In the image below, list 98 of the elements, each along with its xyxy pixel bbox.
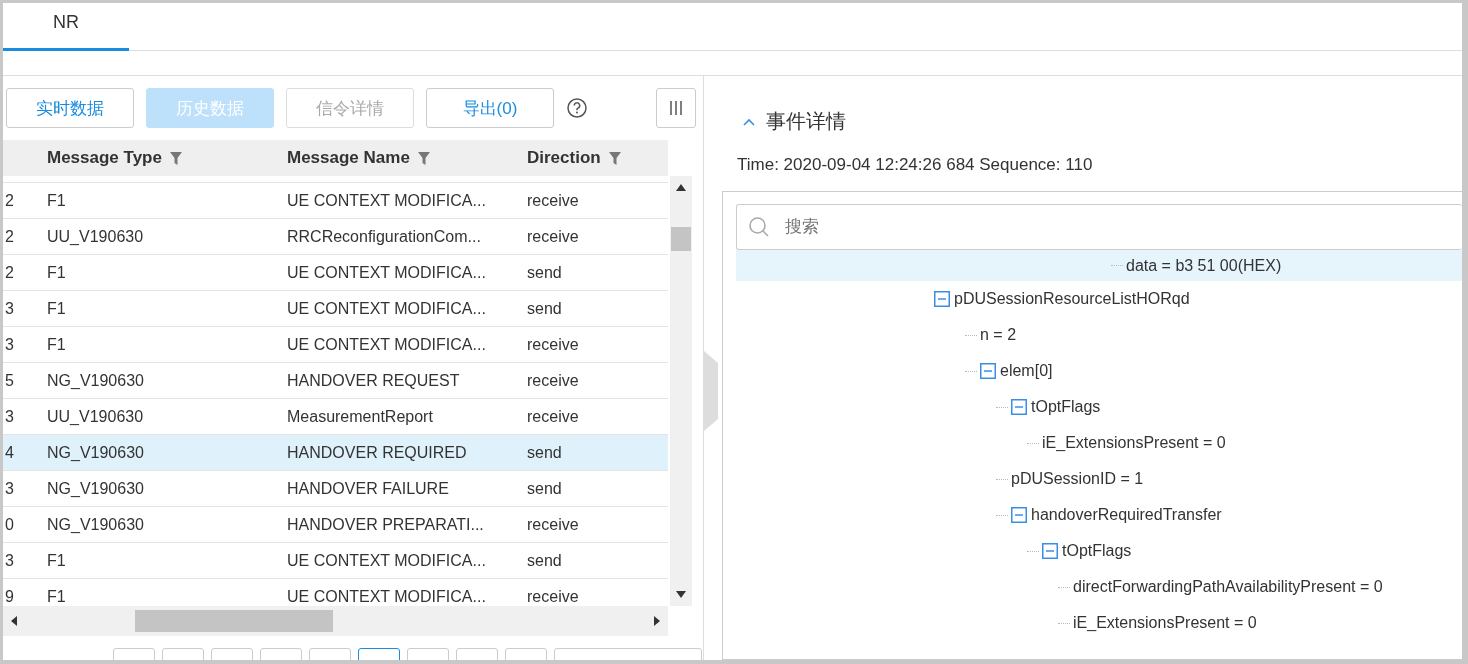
section-title: 事件详情 (766, 109, 846, 134)
tree-node[interactable]: iE_ExtensionsPresent = 0 (1042, 434, 1226, 452)
table-cell-text: receive (527, 191, 580, 210)
table-cell-text: 3 (4, 335, 15, 354)
table-cell-text: UE CONTEXT MODIFICA... (287, 551, 487, 570)
tree-node[interactable]: handoverRequiredTransfer (1031, 506, 1222, 524)
table-cell-text: HANDOVER PREPARATI... (287, 515, 485, 534)
table-cell-text: UE CONTEXT MODIFICA... (287, 587, 487, 606)
table-cell-text: receive (527, 335, 580, 354)
horizontal-scrollbar[interactable] (3, 606, 668, 636)
table-cell-text: 0 (4, 515, 15, 534)
table-row[interactable]: 3 F1 UE CONTEXT MODIFICA... receive (3, 327, 668, 363)
collapse-icon[interactable] (980, 363, 996, 379)
tree-node[interactable]: tOptFlags (1062, 542, 1132, 560)
table-cell-text: send (527, 263, 563, 282)
table-cell-text: UE CONTEXT MODIFICA... (287, 335, 487, 354)
tree-node[interactable]: iE_ExtensionsPresent = 0 (1073, 614, 1257, 632)
table-cell-text: F1 (47, 299, 67, 318)
scroll-right-icon[interactable] (652, 616, 660, 626)
table-cell-text: 2 (4, 227, 15, 246)
table-cell-text: send (527, 551, 563, 570)
table-cell-text: MeasurementReport (287, 407, 434, 426)
table-row[interactable]: 3 F1 UE CONTEXT MODIFICA... send (3, 543, 668, 579)
filter-icon[interactable] (608, 151, 621, 165)
table-cell-text: NG_V190630 (47, 479, 145, 498)
table-cell-text: send (527, 299, 563, 318)
table-row[interactable]: 3 F1 UE CONTEXT MODIFICA... send (3, 291, 668, 327)
table-cell-text: HANDOVER REQUIRED (287, 443, 468, 462)
table-row[interactable]: 4 NG_V190630 HANDOVER REQUIRED send (3, 435, 668, 471)
table-row[interactable]: 3 NG_V190630 HANDOVER FAILURE send (3, 471, 668, 507)
table-cell-text: RRCReconfigurationCom... (287, 227, 482, 246)
table-cell-text: HANDOVER REQUEST (287, 371, 461, 390)
table-cell-text: receive (527, 227, 580, 246)
table-cell-text: 3 (4, 299, 15, 318)
columns-icon (668, 99, 684, 117)
table-cell-text: receive (527, 587, 580, 606)
tab[interactable]: NR (3, 3, 129, 51)
table-cell-text: UE CONTEXT MODIFICA... (287, 299, 487, 318)
event-info: Time: 2020-09-04 12:24:26 684 Sequence: 110 (736, 155, 1094, 175)
table-cell-text: receive (527, 407, 580, 426)
tree-node[interactable]: pDUSessionResourceListHORqd (954, 290, 1190, 308)
table-cell-text: send (527, 443, 563, 462)
table-cell-text: F1 (47, 335, 67, 354)
table-cell-text: 3 (4, 551, 15, 570)
table-cell-text: NG_V190630 (47, 515, 145, 534)
column-header: Direction (527, 148, 601, 168)
toolbar-button[interactable]: 实时数据 (6, 88, 134, 128)
collapse-icon[interactable] (1011, 507, 1027, 523)
table-cell-text: F1 (47, 551, 67, 570)
filter-icon[interactable] (169, 151, 182, 165)
table-row[interactable]: 2 F1 UE CONTEXT MODIFICA... send (3, 255, 668, 291)
table-cell-text: receive (527, 515, 580, 534)
column-header: Message Type (47, 148, 162, 168)
filter-icon[interactable] (417, 151, 430, 165)
table-cell-text: 2 (4, 191, 15, 210)
table-cell-text: UE CONTEXT MODIFICA... (287, 263, 487, 282)
table-cell-text: 3 (4, 407, 15, 426)
help-icon[interactable] (566, 97, 588, 119)
chevron-up-icon[interactable] (742, 116, 756, 127)
table-cell-text: UU_V190630 (47, 227, 145, 246)
collapse-icon[interactable] (1042, 543, 1058, 559)
tree-node[interactable]: directForwardingPathAvailabilityPresent = 0 (1073, 578, 1383, 596)
tree-node[interactable]: elem[0] (1000, 362, 1053, 380)
scroll-left-icon[interactable] (11, 616, 19, 626)
scroll-down-icon[interactable] (676, 591, 686, 598)
table-cell-text: 2 (4, 263, 15, 282)
table-cell-text: NG_V190630 (47, 371, 145, 390)
toolbar-button[interactable]: 导出(0) (426, 88, 554, 128)
table-cell-text: UE CONTEXT MODIFICA... (287, 191, 487, 210)
collapse-icon[interactable] (1011, 399, 1027, 415)
columns-button[interactable] (656, 88, 696, 128)
table-cell-text: NG_V190630 (47, 443, 145, 462)
table-cell-text: UU_V190630 (47, 407, 145, 426)
scroll-up-icon[interactable] (676, 184, 686, 191)
table-cell-text: 9 (4, 587, 15, 606)
table-cell-text: F1 (47, 191, 67, 210)
tree-node[interactable]: tOptFlags (1031, 398, 1101, 416)
vertical-scrollbar[interactable] (670, 176, 692, 606)
search-field[interactable]: 搜索 (736, 204, 1462, 250)
table-row[interactable]: 0 NG_V190630 HANDOVER PREPARATI... receive (3, 507, 668, 543)
table-cell-text: send (527, 479, 563, 498)
scrollbar-thumb[interactable] (135, 610, 333, 632)
table-row[interactable]: 2 F1 UE CONTEXT MODIFICA... receive (3, 183, 668, 219)
scrollbar-thumb[interactable] (671, 227, 691, 251)
table-row[interactable]: 2 UU_V190630 RRCReconfigurationCom... receive (3, 219, 668, 255)
collapse-icon[interactable] (934, 291, 950, 307)
table-cell-text: F1 (47, 587, 67, 606)
table-cell-text: 5 (4, 371, 15, 390)
table-cell-text: 3 (4, 479, 15, 498)
table-cell-text: HANDOVER FAILURE (287, 479, 450, 498)
column-header: Message Name (287, 148, 410, 168)
table-cell-text: receive (527, 371, 580, 390)
table-row[interactable]: 5 NG_V190630 HANDOVER REQUEST receive (3, 363, 668, 399)
table-cell-text: 4 (4, 443, 15, 462)
tree-node[interactable]: data = b3 51 00(HEX) (1126, 256, 1282, 275)
table-cell-text: F1 (47, 263, 67, 282)
tree-node[interactable]: pDUSessionID = 1 (1011, 470, 1144, 488)
tree-node[interactable]: n = 2 (980, 326, 1017, 344)
